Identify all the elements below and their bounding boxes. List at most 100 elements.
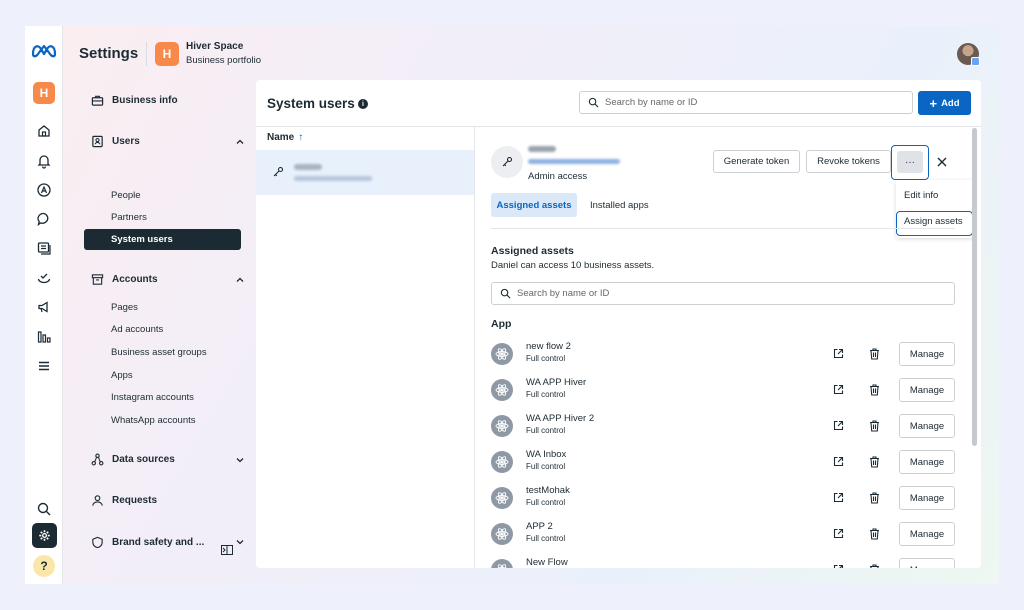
nav-requests[interactable]: Requests (91, 494, 157, 507)
nav-item-ad-accounts[interactable]: Ad accounts (111, 324, 163, 335)
assets-title: Assigned assets (491, 245, 574, 257)
asset-permission: Full control (526, 426, 566, 435)
nav-business-info-label: Business info (112, 95, 178, 106)
nav-brand-safety[interactable]: Brand safety and ... (91, 536, 204, 549)
business-name[interactable]: Hiver Space (186, 41, 243, 52)
nav-users[interactable]: Users (91, 135, 140, 148)
nav-item-system-users[interactable]: System users (84, 229, 241, 250)
open-external-icon[interactable] (833, 348, 844, 359)
nav-item-apps[interactable]: Apps (111, 370, 133, 381)
nav-data-sources[interactable]: Data sources (91, 453, 175, 466)
manage-button[interactable]: Manage (899, 522, 955, 546)
nav-item-business-asset-groups[interactable]: Business asset groups (111, 347, 207, 358)
business-avatar[interactable]: H (155, 42, 179, 66)
notifications-icon[interactable] (35, 152, 53, 170)
open-external-icon[interactable] (833, 456, 844, 467)
manage-button[interactable]: Manage (899, 342, 955, 366)
manage-button[interactable]: Manage (899, 414, 955, 438)
collapse-sidebar-icon[interactable] (221, 545, 233, 555)
header-divider (146, 42, 147, 66)
nav-data-sources-label: Data sources (112, 454, 175, 465)
asset-row: WA Inbox Full control Manage (491, 446, 955, 478)
nav-business-info[interactable]: Business info (91, 94, 178, 107)
page-title: Settings (79, 45, 139, 62)
search-icon[interactable] (35, 500, 53, 518)
shield-icon (92, 536, 103, 549)
trash-icon[interactable] (869, 348, 880, 360)
key-icon (502, 156, 513, 167)
manage-button[interactable]: Manage (899, 486, 955, 510)
data-sources-icon (91, 453, 104, 466)
tab-assigned-assets[interactable]: Assigned assets (491, 193, 577, 217)
home-icon[interactable] (35, 122, 53, 140)
messages-icon[interactable] (35, 210, 53, 228)
more-options-button[interactable]: ··· (897, 151, 923, 173)
manage-button[interactable]: Manage (899, 378, 955, 402)
add-button[interactable]: + Add (918, 91, 971, 115)
close-icon[interactable] (936, 156, 948, 168)
tab-installed-apps[interactable]: Installed apps (590, 200, 649, 211)
redacted-user-name (294, 164, 322, 170)
search-users-input[interactable]: Search by name or ID (579, 91, 913, 114)
menu-item-edit-info[interactable]: Edit info (904, 190, 938, 201)
help-icon[interactable]: ? (33, 555, 55, 577)
open-external-icon[interactable] (833, 420, 844, 431)
search-assets-input[interactable]: Search by name or ID (491, 282, 955, 305)
system-users-panel: System users i Search by name or ID + Add… (256, 80, 981, 568)
app-icon (491, 559, 513, 568)
chevron-down-icon[interactable] (235, 537, 245, 547)
campaigns-icon[interactable] (35, 298, 53, 316)
chevron-up-icon[interactable] (235, 275, 245, 285)
ads-manager-icon[interactable] (35, 181, 53, 199)
nav-item-partners[interactable]: Partners (111, 212, 147, 223)
asset-name: WA Inbox (526, 449, 567, 460)
assets-subtitle: Daniel can access 10 business assets. (491, 260, 655, 271)
trash-icon[interactable] (869, 420, 880, 432)
manage-button[interactable]: Manage (899, 450, 955, 474)
app-window: H ? Settings H Hiver Space Business port… (25, 26, 999, 584)
nav-item-people[interactable]: People (111, 190, 141, 201)
divider (256, 126, 981, 127)
briefcase-icon (91, 95, 104, 106)
open-external-icon[interactable] (833, 528, 844, 539)
business-initial: H (39, 86, 49, 100)
nav-item-pages[interactable]: Pages (111, 302, 138, 313)
chevron-up-icon[interactable] (235, 137, 245, 147)
business-type: Business portfolio (186, 55, 261, 66)
nav-users-label: Users (112, 136, 140, 147)
column-header-name[interactable]: Name ↑ (267, 132, 303, 143)
trash-icon[interactable] (869, 492, 880, 504)
asset-permission: Full control (526, 354, 566, 363)
trash-icon[interactable] (869, 528, 880, 540)
chevron-down-icon[interactable] (235, 455, 245, 465)
business-switcher[interactable]: H (33, 82, 55, 104)
archive-icon (91, 274, 104, 285)
manage-button[interactable]: Manage (899, 558, 955, 568)
info-icon[interactable]: i (358, 99, 368, 109)
revoke-tokens-button[interactable]: Revoke tokens (806, 150, 891, 173)
monetization-icon[interactable] (35, 269, 53, 287)
app-icon (491, 415, 513, 437)
trash-icon[interactable] (869, 564, 880, 568)
insights-icon[interactable] (35, 328, 53, 346)
app-icon (491, 523, 513, 545)
generate-token-button[interactable]: Generate token (713, 150, 800, 173)
nav-accounts[interactable]: Accounts (91, 273, 158, 286)
asset-name: WA APP Hiver (526, 377, 587, 388)
system-user-row[interactable] (256, 150, 474, 195)
role-label: Admin access (528, 171, 588, 182)
trash-icon[interactable] (869, 384, 880, 396)
open-external-icon[interactable] (833, 492, 844, 503)
scrollbar[interactable] (972, 128, 977, 446)
nav-item-instagram-accounts[interactable]: Instagram accounts (111, 392, 194, 403)
open-external-icon[interactable] (833, 564, 844, 568)
settings-icon[interactable] (32, 523, 57, 548)
menu-icon[interactable] (35, 357, 53, 375)
nav-item-whatsapp-accounts[interactable]: WhatsApp accounts (111, 415, 196, 426)
meta-logo[interactable] (31, 40, 57, 60)
asset-name: APP 2 (526, 521, 553, 532)
content-icon[interactable] (35, 239, 53, 257)
trash-icon[interactable] (869, 456, 880, 468)
add-label: Add (941, 97, 960, 109)
open-external-icon[interactable] (833, 384, 844, 395)
